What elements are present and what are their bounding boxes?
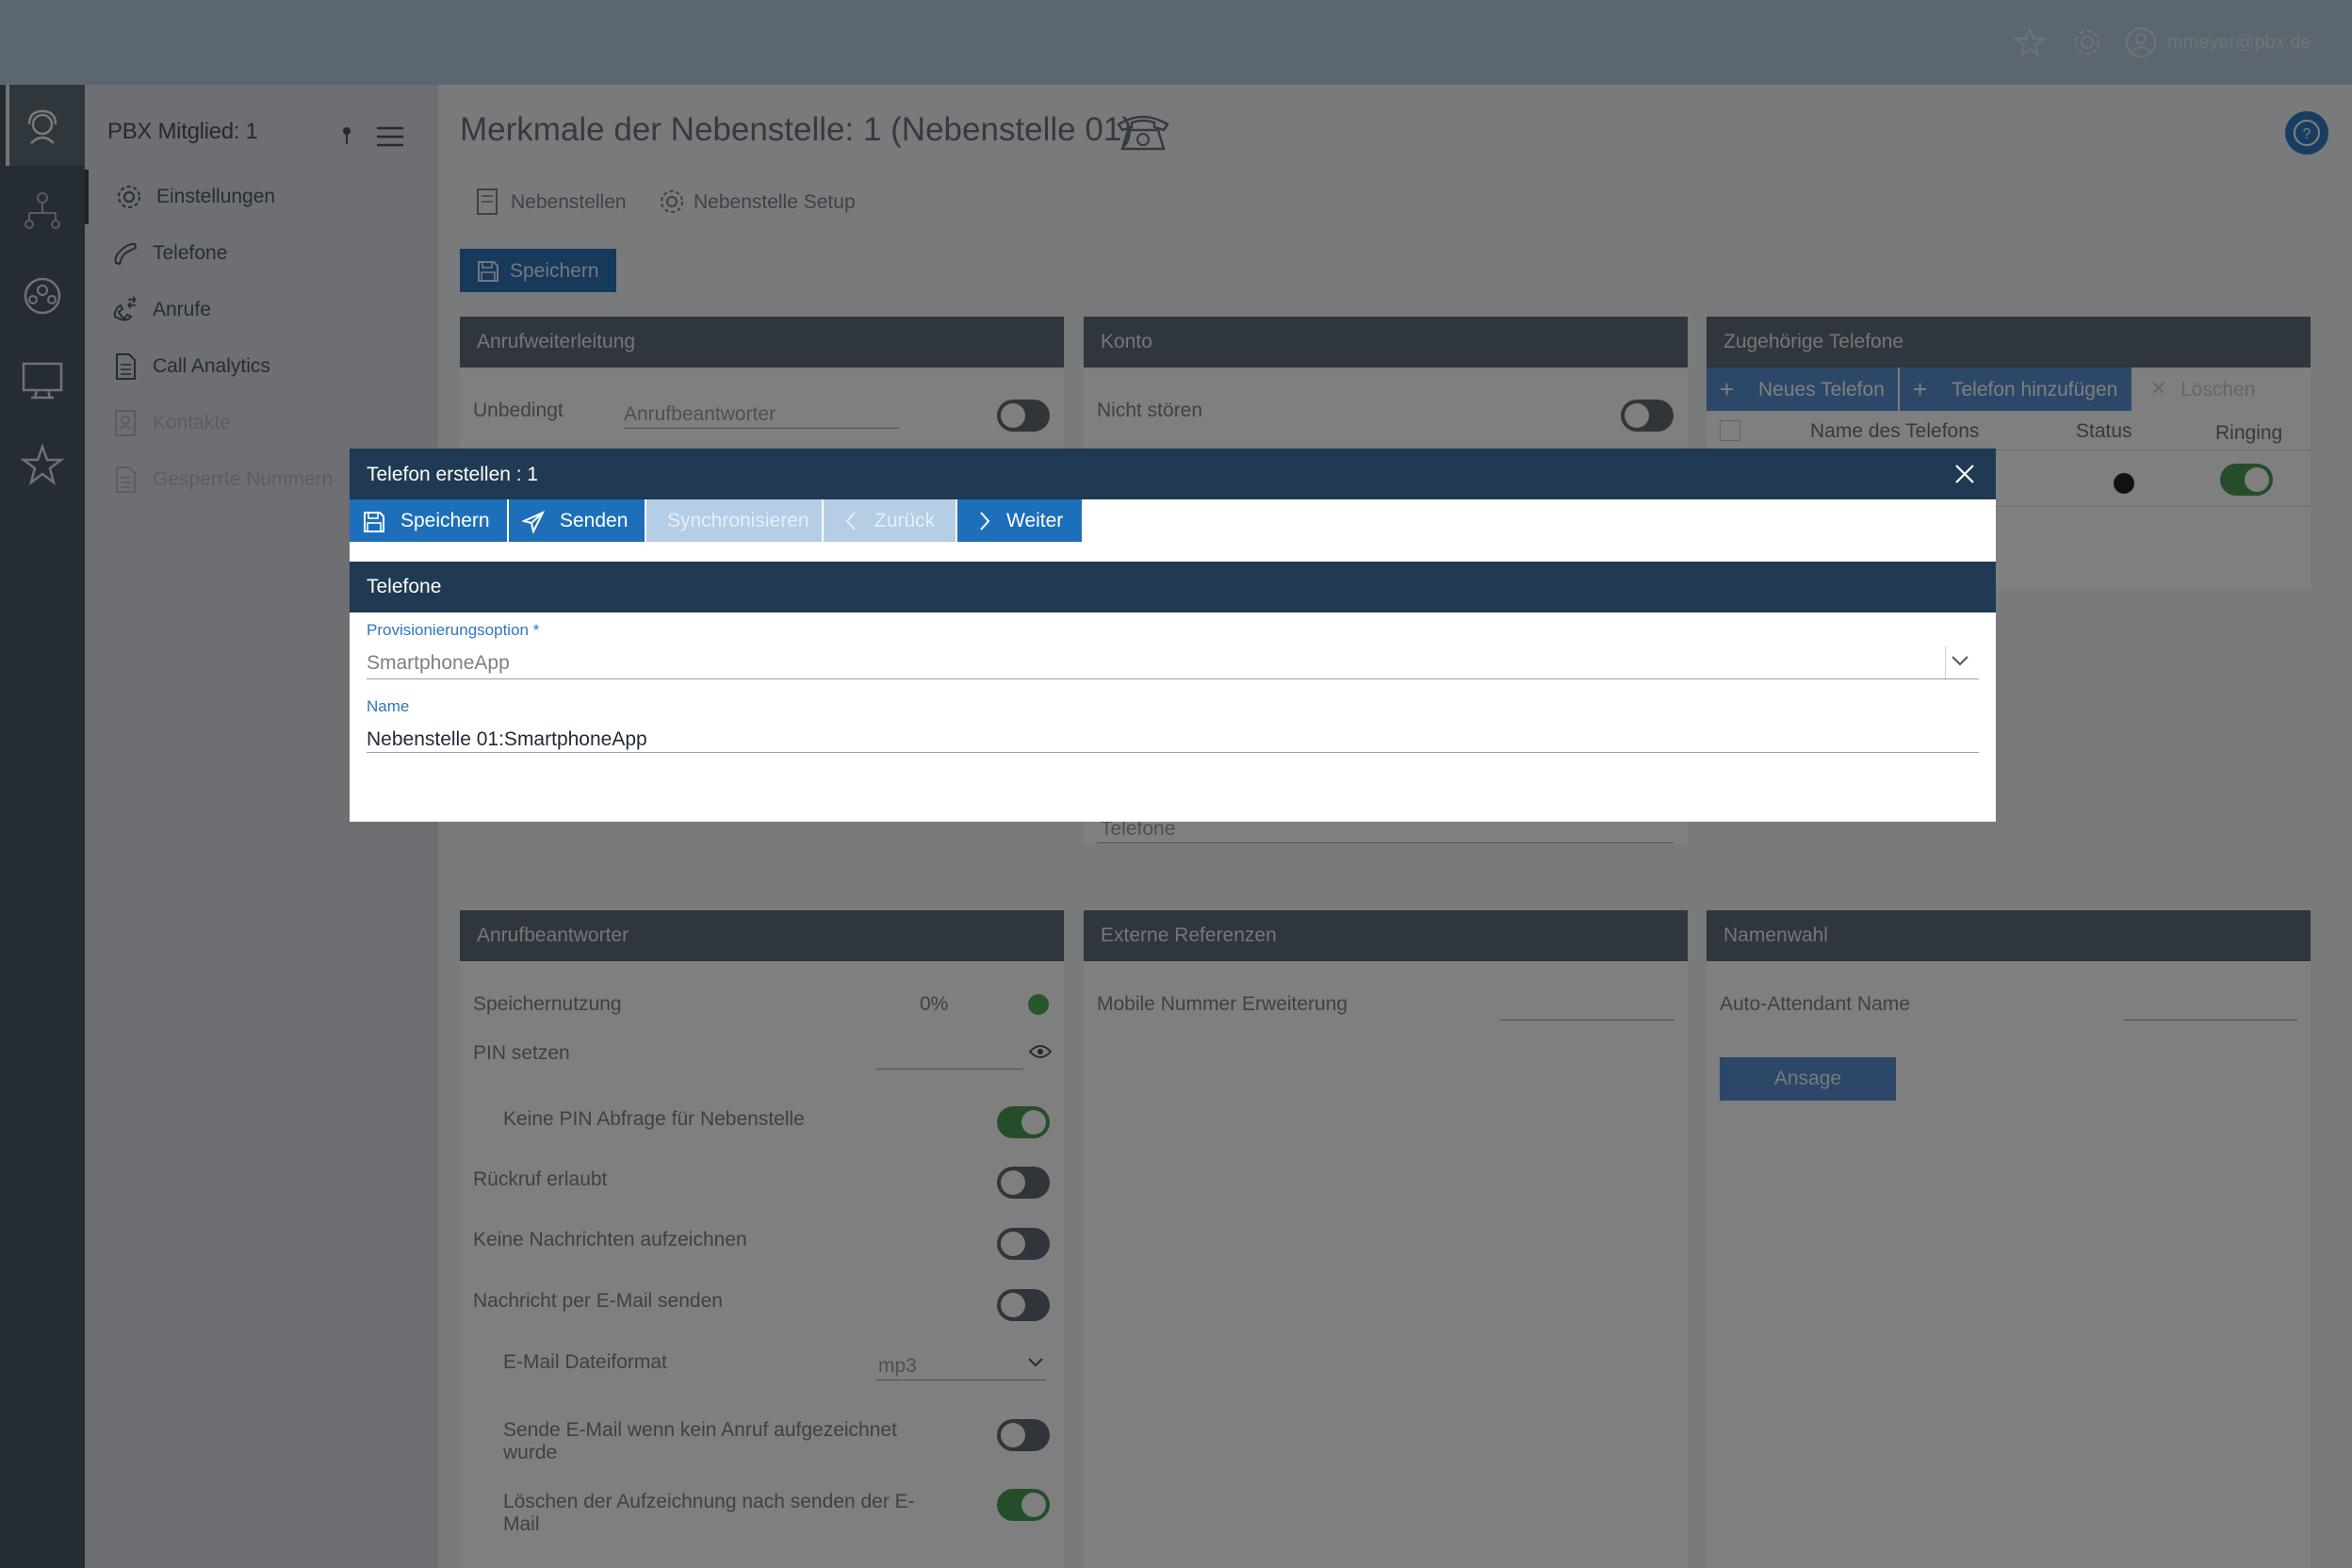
provisioning-label: Provisionierungsoption * — [367, 621, 540, 639]
button-label: Senden — [560, 510, 629, 531]
dialog-header: Telefon erstellen : 1 — [350, 449, 1996, 499]
chevron-right-icon — [978, 511, 991, 531]
paper-plane-icon — [522, 511, 545, 533]
chevron-down-icon[interactable] — [1951, 654, 1969, 667]
provisioning-select[interactable]: SmartphoneApp — [367, 652, 510, 675]
provisioning-underline — [367, 678, 1979, 679]
chevron-left-icon — [844, 511, 858, 531]
dialog-next-button[interactable]: Weiter — [957, 499, 1082, 542]
select-divider — [1945, 646, 1946, 680]
dialog-save-button[interactable]: Speichern — [350, 499, 507, 542]
name-underline — [367, 752, 1979, 753]
floppy-icon — [363, 511, 385, 533]
dialog-back-button[interactable]: Zurück — [824, 499, 956, 542]
dialog-sync-button[interactable]: Synchronisieren — [646, 499, 822, 542]
section-title: Telefone — [367, 576, 442, 597]
button-label: Zurück — [874, 510, 936, 531]
button-label: Speichern — [400, 510, 490, 531]
name-input[interactable]: Nebenstelle 01:SmartphoneApp — [367, 728, 647, 751]
section-header-telefone: Telefone — [350, 562, 1996, 612]
button-label: Synchronisieren — [667, 510, 809, 531]
close-icon[interactable] — [1953, 463, 1976, 485]
dialog-send-button[interactable]: Senden — [509, 499, 645, 542]
name-label: Name — [367, 697, 410, 715]
dialog-title: Telefon erstellen : 1 — [367, 464, 539, 485]
button-label: Weiter — [1006, 510, 1064, 531]
telefon-erstellen-dialog: Telefon erstellen : 1 Speichern Senden S… — [350, 449, 1996, 822]
